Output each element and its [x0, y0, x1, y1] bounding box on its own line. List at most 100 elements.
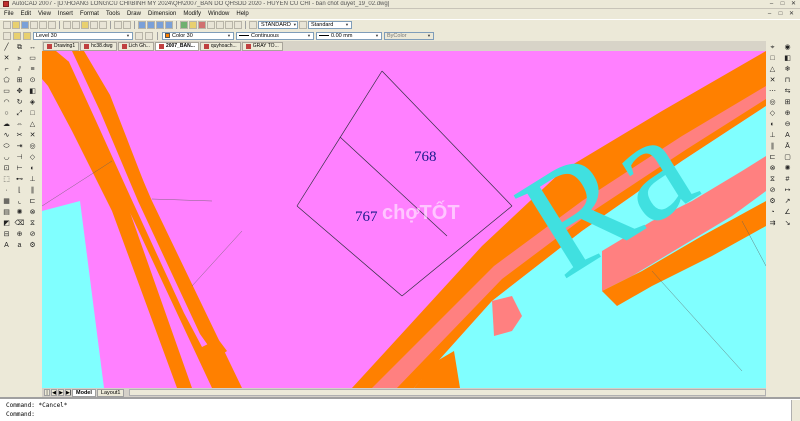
pan-icon[interactable] — [138, 21, 146, 29]
redo-icon[interactable] — [123, 21, 131, 29]
minimize-button[interactable]: – — [767, 0, 776, 8]
snap-extension-icon[interactable]: ⋯ — [767, 87, 778, 96]
ellipse-arc-icon[interactable]: ◡ — [1, 153, 12, 162]
open-file-icon[interactable] — [12, 21, 20, 29]
polygon-icon[interactable]: ⬠ — [1, 76, 12, 85]
snap-node-icon[interactable]: ⊗ — [767, 164, 778, 173]
doc-tab[interactable]: Drawing1 — [43, 41, 80, 51]
layer-merge-icon[interactable]: ⊕ — [782, 109, 793, 118]
text-align-icon[interactable]: A — [782, 131, 793, 140]
erase-icon[interactable]: ⌫ — [14, 219, 25, 228]
menu-modify[interactable]: Modify — [183, 11, 201, 17]
text-style-icon[interactable] — [249, 21, 257, 29]
cut-icon[interactable] — [63, 21, 71, 29]
design-center-icon[interactable] — [189, 21, 197, 29]
layer-match-icon[interactable]: ⇆ — [782, 87, 793, 96]
mass-prop-icon[interactable]: ◈ — [27, 98, 38, 107]
doc-restore-button[interactable]: □ — [776, 10, 785, 18]
rectangle-icon[interactable]: ▭ — [1, 87, 12, 96]
snap-from-icon[interactable]: ⌖ — [767, 43, 778, 52]
snap-parallel-icon[interactable]: ∥ — [27, 186, 38, 195]
quickcalc-icon[interactable] — [225, 21, 233, 29]
block-editor-icon[interactable] — [99, 21, 107, 29]
dim-angular-icon[interactable]: ∠ — [782, 208, 793, 217]
help-icon[interactable] — [234, 21, 242, 29]
publish-icon[interactable] — [48, 21, 56, 29]
menu-dimension[interactable]: Dimension — [148, 11, 176, 17]
snap-none-icon[interactable]: ⊘ — [27, 230, 38, 239]
tab-model[interactable]: Model — [72, 388, 96, 397]
snap-endpoint-icon[interactable]: □ — [27, 109, 38, 118]
dim-aligned-icon[interactable]: ↗ — [782, 197, 793, 206]
polyline-icon[interactable]: ⌐ — [1, 65, 12, 74]
dim-quick-icon[interactable]: ⇉ — [767, 219, 778, 228]
match-properties-icon[interactable] — [90, 21, 98, 29]
make-current-layer-icon[interactable] — [135, 31, 143, 40]
dim-radius-icon[interactable]: ◔ — [767, 208, 778, 217]
layer-sun-icon[interactable] — [23, 31, 31, 40]
block-count-icon[interactable]: # — [782, 175, 793, 184]
zoom-previous-icon[interactable] — [165, 21, 173, 29]
snap-midpoint-icon[interactable]: △ — [767, 65, 778, 74]
layer-off-icon[interactable]: ◉ — [782, 43, 793, 52]
prev-tab-arrow[interactable]: ◀ — [51, 389, 57, 396]
zoom-realtime-icon[interactable] — [147, 21, 155, 29]
snap-none-icon[interactable]: ⊘ — [767, 186, 778, 195]
first-tab-arrow[interactable]: |◀ — [44, 389, 50, 403]
line-icon[interactable]: ╱ — [1, 43, 12, 52]
point-icon[interactable]: · — [1, 186, 12, 195]
dim-style-select[interactable]: Standard ▼ — [308, 21, 352, 29]
maximize-button[interactable]: □ — [778, 0, 787, 8]
plot-preview-icon[interactable] — [39, 21, 47, 29]
command-scrollbar[interactable] — [791, 400, 800, 421]
snap-center-icon[interactable]: ◎ — [27, 142, 38, 151]
edit-text-icon[interactable]: a — [14, 241, 25, 250]
snap-tangent-icon[interactable]: ◐ — [767, 120, 778, 129]
copy-icon[interactable] — [72, 21, 80, 29]
lineweight-select[interactable]: 0.00 mm ▼ — [316, 31, 382, 40]
array-icon[interactable]: ⊞ — [14, 76, 25, 85]
snap-insert-icon[interactable]: ⊏ — [27, 197, 38, 206]
doc-tab[interactable]: Lich Gh... — [117, 41, 154, 51]
menu-insert[interactable]: Insert — [58, 11, 73, 17]
undo-icon[interactable] — [114, 21, 122, 29]
move-icon[interactable]: ✥ — [14, 87, 25, 96]
osnap-settings-icon[interactable]: ⚙ — [767, 197, 778, 206]
print-icon[interactable] — [30, 21, 38, 29]
snap-endpoint-icon[interactable]: □ — [767, 54, 778, 63]
layer-bulb-icon[interactable] — [13, 31, 21, 40]
last-tab-arrow[interactable]: ▶| — [65, 389, 71, 396]
gradient-icon[interactable]: ▤ — [1, 208, 12, 217]
spline-icon[interactable]: ∿ — [1, 131, 12, 140]
snap-nearest-icon[interactable]: ⧖ — [27, 219, 38, 228]
command-line[interactable]: Command: *Cancel* Command: — [0, 397, 800, 421]
text-style-select[interactable]: STANDARD ▼ — [258, 21, 298, 29]
area-icon[interactable]: ▭ — [27, 54, 38, 63]
tab-layout1[interactable]: Layout1 — [96, 388, 125, 397]
save-icon[interactable] — [21, 21, 29, 29]
join-icon[interactable]: ⊷ — [14, 175, 25, 184]
mtext-icon[interactable]: A — [1, 241, 12, 250]
snap-quadrant-icon[interactable]: ◇ — [27, 153, 38, 162]
stretch-icon[interactable]: ⇔ — [14, 120, 25, 129]
text-mask-icon[interactable]: ▢ — [782, 153, 793, 162]
doc-minimize-button[interactable]: – — [765, 10, 774, 18]
tool-palettes-icon[interactable] — [198, 21, 206, 29]
snap-parallel-icon[interactable]: ∥ — [767, 142, 778, 151]
revcloud-icon[interactable]: ☁ — [1, 120, 12, 129]
break-point-icon[interactable]: ⊣ — [14, 153, 25, 162]
mirror-icon[interactable]: ⫸ — [14, 54, 25, 63]
doc-tab-active[interactable]: 2007_BAN... — [154, 41, 199, 51]
dist-icon[interactable]: ↔ — [27, 43, 38, 52]
insert-block-icon[interactable]: ⊡ — [1, 164, 12, 173]
menu-edit[interactable]: Edit — [21, 11, 31, 17]
rotate-icon[interactable]: ↻ — [14, 98, 25, 107]
text-explode-icon[interactable]: ✺ — [782, 164, 793, 173]
new-file-icon[interactable] — [3, 21, 11, 29]
color-select[interactable]: Color 30 ▼ — [162, 31, 234, 40]
dim-linear-icon[interactable]: ↦ — [782, 186, 793, 195]
snap-node-icon[interactable]: ⊗ — [27, 208, 38, 217]
snap-quadrant-icon[interactable]: ◇ — [767, 109, 778, 118]
drawing-canvas[interactable]: 768 767 chợTỐT Ra — [42, 51, 766, 388]
next-tab-arrow[interactable]: ▶ — [58, 389, 64, 396]
